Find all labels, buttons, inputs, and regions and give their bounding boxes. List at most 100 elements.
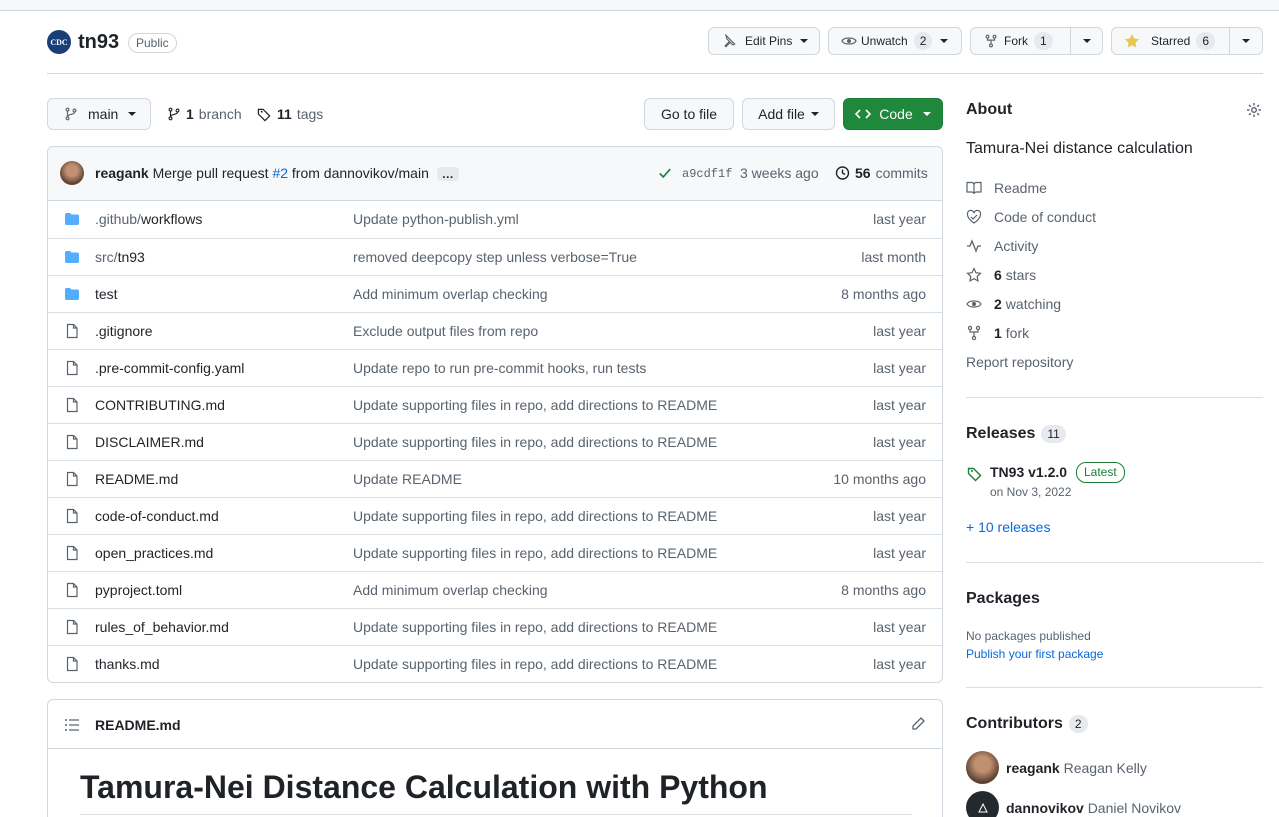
file-name-link[interactable]: .gitignore	[95, 323, 153, 339]
more-releases-link[interactable]: + 10 releases	[966, 519, 1050, 535]
file-name-link[interactable]: rules_of_behavior.md	[95, 619, 229, 635]
file-icon	[64, 656, 80, 672]
contributor-avatar[interactable]	[966, 791, 999, 817]
edit-pins-button[interactable]: Edit Pins	[708, 27, 820, 55]
branch-selector[interactable]: main	[47, 98, 151, 130]
commit-pr-link[interactable]: #2	[272, 165, 288, 181]
pencil-icon[interactable]	[910, 716, 926, 732]
code-label: Code	[879, 106, 913, 122]
readme-filename[interactable]: README.md	[95, 717, 181, 733]
tag-label: tags	[296, 106, 324, 122]
repo-name-link[interactable]: tn93	[78, 31, 119, 54]
contributors-count: 2	[1068, 715, 1088, 733]
file-row[interactable]: .github/workflows Update python-publish.y…	[48, 201, 942, 238]
unwatch-button[interactable]: Unwatch 2	[828, 27, 962, 55]
commit-message-pre[interactable]: Merge pull request	[153, 165, 269, 181]
add-file-button[interactable]: Add file	[742, 98, 835, 130]
contributor-avatar[interactable]	[966, 751, 999, 784]
file-commit-message[interactable]: removed deepcopy step unless verbose=Tru…	[353, 249, 637, 265]
fork-dropdown[interactable]	[1070, 28, 1102, 54]
contributors-heading[interactable]: Contributors 2	[966, 715, 1088, 733]
file-row[interactable]: rules_of_behavior.md Update supporting fi…	[48, 608, 942, 645]
code-button[interactable]: Code	[843, 98, 943, 130]
file-row[interactable]: test Add minimum overlap checking 8 months…	[48, 275, 942, 312]
contributor-item[interactable]: dannovikov Daniel Novikov	[1006, 800, 1181, 816]
commit-expand-button[interactable]: …	[436, 167, 459, 181]
file-commit-message[interactable]: Exclude output files from repo	[353, 323, 538, 339]
gear-icon[interactable]	[1246, 102, 1262, 118]
latest-release-name[interactable]: TN93 v1.2.0	[990, 464, 1067, 480]
file-row[interactable]: code-of-conduct.md Update supporting file…	[48, 497, 942, 534]
file-commit-message[interactable]: Update README	[353, 471, 462, 487]
file-row[interactable]: README.md Update README 10 months ago	[48, 460, 942, 497]
fork-button[interactable]: Fork 1	[971, 28, 1070, 54]
file-name-link[interactable]: CONTRIBUTING.md	[95, 397, 225, 413]
file-row[interactable]: src/tn93 removed deepcopy step unless ver…	[48, 238, 942, 275]
packages-title[interactable]: Packages	[966, 590, 1040, 608]
file-commit-message[interactable]: Update repo to run pre-commit hooks, run…	[353, 360, 646, 376]
commit-author-avatar[interactable]	[60, 161, 84, 185]
go-to-file-button[interactable]: Go to file	[644, 98, 734, 130]
contributor-login: reagank	[1006, 760, 1060, 776]
file-name-link[interactable]: README.md	[95, 471, 178, 487]
file-commit-message[interactable]: Update python-publish.yml	[353, 211, 519, 227]
publish-package-link[interactable]: Publish your first package	[966, 647, 1103, 661]
commit-message-post[interactable]: from dannovikov/main	[292, 165, 429, 181]
file-commit-message[interactable]: Update supporting files in repo, add dir…	[353, 434, 717, 450]
file-commit-message[interactable]: Update supporting files in repo, add dir…	[353, 508, 717, 524]
releases-heading[interactable]: Releases 11	[966, 425, 1066, 443]
file-name-link[interactable]: src/tn93	[95, 249, 145, 265]
file-commit-age: last year	[873, 397, 926, 413]
avatar-glyph-icon	[977, 802, 988, 812]
file-row[interactable]: pyproject.toml Add minimum overlap checki…	[48, 571, 942, 608]
file-name-link[interactable]: .pre-commit-config.yaml	[95, 360, 244, 376]
commits-history-link[interactable]: 56 commits	[834, 165, 928, 181]
stars-label: stars	[1005, 267, 1037, 283]
file-commit-message[interactable]: Update supporting files in repo, add dir…	[353, 545, 717, 561]
file-row[interactable]: open_practices.md Update supporting files…	[48, 534, 942, 571]
report-repository-link[interactable]: Report repository	[966, 354, 1073, 370]
readme-link[interactable]: Readme	[966, 180, 1047, 196]
file-name-link[interactable]: .github/workflows	[95, 211, 202, 227]
branch-count: 1	[186, 106, 194, 122]
org-avatar[interactable]: CDC	[47, 30, 71, 54]
branches-link[interactable]: 1 branch	[167, 106, 242, 122]
file-name-link[interactable]: thanks.md	[95, 656, 160, 672]
file-commit-message[interactable]: Add minimum overlap checking	[353, 286, 548, 302]
file-icon	[64, 434, 80, 450]
file-row[interactable]: CONTRIBUTING.md Update supporting files i…	[48, 386, 942, 423]
file-name-link[interactable]: open_practices.md	[95, 545, 213, 561]
file-row[interactable]: .gitignore Exclude output files from repo…	[48, 312, 942, 349]
file-name-link[interactable]: pyproject.toml	[95, 582, 182, 598]
activity-link[interactable]: Activity	[966, 238, 1038, 254]
check-icon	[658, 166, 672, 180]
file-commit-age: last year	[873, 434, 926, 450]
file-row[interactable]: DISCLAIMER.md Update supporting files in …	[48, 423, 942, 460]
file-commit-message[interactable]: Add minimum overlap checking	[353, 582, 548, 598]
file-row[interactable]: thanks.md Update supporting files in repo…	[48, 645, 942, 682]
file-row[interactable]: .pre-commit-config.yaml Update repo to ru…	[48, 349, 942, 386]
list-unordered-icon[interactable]	[64, 717, 80, 733]
code-of-conduct-link[interactable]: Code of conduct	[966, 209, 1096, 225]
contributor-item[interactable]: reagank Reagan Kelly	[1006, 760, 1147, 776]
forks-link[interactable]: 1 fork	[966, 325, 1029, 341]
star-dropdown[interactable]	[1229, 28, 1262, 54]
commit-author[interactable]: reagank	[95, 165, 149, 181]
starred-button[interactable]: Starred 6	[1112, 28, 1229, 54]
file-commit-message[interactable]: Update supporting files in repo, add dir…	[353, 397, 717, 413]
file-name-link[interactable]: test	[95, 286, 118, 302]
contributor-fullname: Reagan Kelly	[1063, 760, 1147, 776]
tags-link[interactable]: 11 tags	[257, 106, 323, 122]
stars-link[interactable]: 6 stars	[966, 267, 1036, 283]
git-branch-icon	[64, 107, 78, 121]
file-name-link[interactable]: DISCLAIMER.md	[95, 434, 204, 450]
watching-link[interactable]: 2 watching	[966, 296, 1061, 312]
file-name: open_practices.md	[95, 545, 214, 561]
commit-sha[interactable]: a9cdf1f	[682, 167, 732, 181]
file-name-link[interactable]: code-of-conduct.md	[95, 508, 219, 524]
file-commit-message[interactable]: Update supporting files in repo, add dir…	[353, 656, 717, 672]
file-commit-message[interactable]: Update supporting files in repo, add dir…	[353, 619, 717, 635]
latest-badge: Latest	[1076, 462, 1125, 483]
code-icon	[855, 106, 872, 122]
add-file-label: Add file	[758, 106, 805, 122]
